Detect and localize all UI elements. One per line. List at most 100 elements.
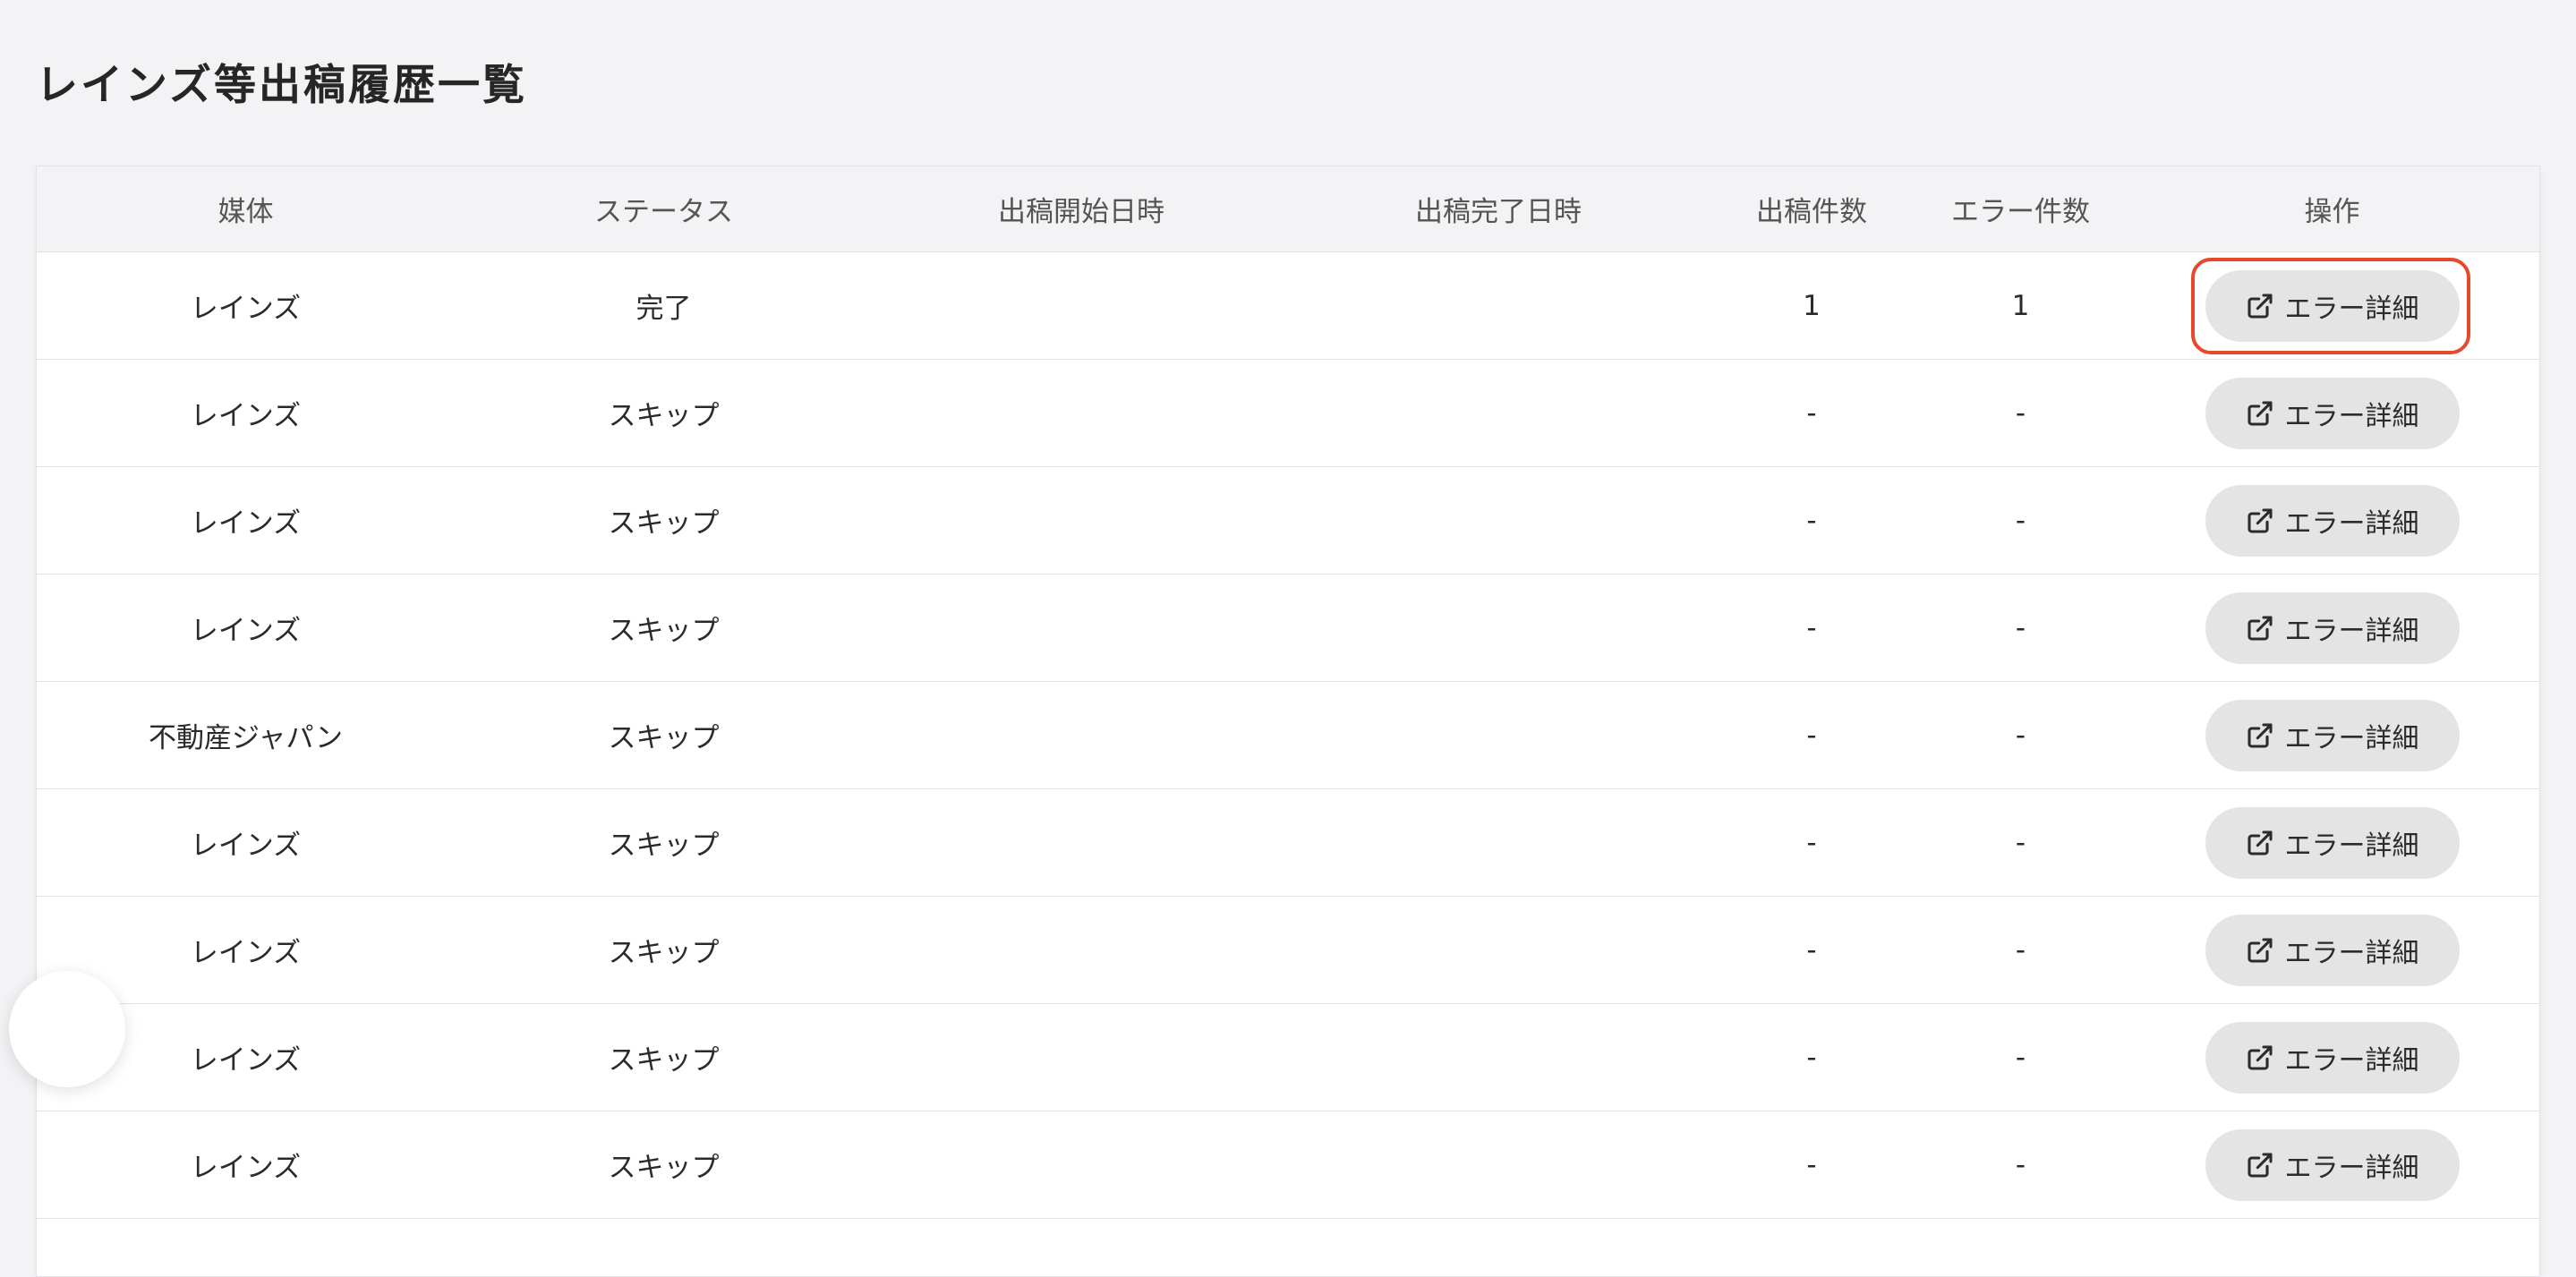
cell-medium: 不動産ジャパン <box>37 681 455 789</box>
cell-status: スキップ <box>455 896 873 1004</box>
column-header-error-count: エラー件数 <box>1916 166 2125 252</box>
button-frame: エラー詳細 <box>2205 699 2460 771</box>
table-row: レインズ 完了 1 1 エラー詳細 <box>37 251 2539 360</box>
cell-status: スキップ <box>455 1111 873 1219</box>
cell-status: スキップ <box>455 359 873 467</box>
cell-actions: エラー詳細 <box>2125 1111 2539 1219</box>
table-row: レインズ スキップ - - エラー詳細 <box>37 1111 2539 1219</box>
error-detail-button[interactable]: エラー詳細 <box>2205 699 2460 771</box>
cell-actions: エラー詳細 <box>2125 251 2539 360</box>
highlighted-button-frame: エラー詳細 <box>2190 257 2470 354</box>
cell-start-datetime <box>873 574 1290 682</box>
cell-start-datetime <box>873 359 1290 467</box>
cell-post-count: - <box>1707 1003 1916 1111</box>
cell-end-datetime <box>1290 359 1707 467</box>
cell-medium: レインズ <box>37 574 455 682</box>
cell-start-datetime <box>873 1111 1290 1219</box>
external-link-icon <box>2246 721 2274 750</box>
error-detail-button[interactable]: エラー詳細 <box>2205 914 2460 986</box>
table-row: レインズ スキップ - - エラー詳細 <box>37 896 2539 1004</box>
cell-actions: エラー詳細 <box>2125 681 2539 789</box>
cell-end-datetime <box>1290 1111 1707 1219</box>
cell-post-count: 1 <box>1707 251 1916 360</box>
error-detail-button[interactable]: エラー詳細 <box>2205 1128 2460 1201</box>
error-detail-button[interactable]: エラー詳細 <box>2205 377 2460 449</box>
column-header-end-datetime: 出稿完了日時 <box>1290 166 1707 252</box>
column-header-medium: 媒体 <box>37 166 455 252</box>
external-link-icon <box>2246 614 2274 643</box>
cell-actions: エラー詳細 <box>2125 788 2539 897</box>
cell-error-count: - <box>1916 681 2125 789</box>
table-header-row: 媒体 ステータス 出稿開始日時 出稿完了日時 出稿件数 エラー件数 操作 <box>37 166 2539 252</box>
error-detail-button[interactable]: エラー詳細 <box>2205 484 2460 557</box>
cell-end-datetime <box>1290 574 1707 682</box>
cell-start-datetime <box>873 1003 1290 1111</box>
table-row: 不動産ジャパン スキップ - - エラー詳細 <box>37 681 2539 789</box>
error-detail-button-label: エラー詳細 <box>2284 830 2419 862</box>
cell-medium: レインズ <box>37 359 455 467</box>
error-detail-button-label: エラー詳細 <box>2284 400 2419 432</box>
table-row: レインズ スキップ - - エラー詳細 <box>37 1003 2539 1111</box>
cell-medium: レインズ <box>37 251 455 360</box>
button-frame: エラー詳細 <box>2205 1021 2460 1094</box>
table-body: レインズ 完了 1 1 エラー詳細 レインズ スキップ - - エラー詳細 レインズ スキップ - - エラ… <box>37 251 2539 1219</box>
column-header-start-datetime: 出稿開始日時 <box>873 166 1290 252</box>
external-link-icon <box>2246 1151 2274 1179</box>
cell-actions: エラー詳細 <box>2125 1003 2539 1111</box>
cell-status: スキップ <box>455 681 873 789</box>
cell-post-count: - <box>1707 1111 1916 1219</box>
cell-end-datetime <box>1290 466 1707 575</box>
cell-error-count: - <box>1916 896 2125 1004</box>
error-detail-button[interactable]: エラー詳細 <box>2205 1021 2460 1094</box>
cell-actions: エラー詳細 <box>2125 466 2539 575</box>
error-detail-button-label: エラー詳細 <box>2284 937 2419 969</box>
button-frame: エラー詳細 <box>2205 806 2460 879</box>
error-detail-button-label: エラー詳細 <box>2284 507 2419 540</box>
cell-error-count: - <box>1916 788 2125 897</box>
cell-error-count: - <box>1916 359 2125 467</box>
cell-error-count: - <box>1916 1111 2125 1219</box>
external-link-icon <box>2246 1043 2274 1072</box>
history-table: 媒体 ステータス 出稿開始日時 出稿完了日時 出稿件数 エラー件数 操作 レイン… <box>37 166 2539 1219</box>
cell-post-count: - <box>1707 574 1916 682</box>
cell-medium: レインズ <box>37 466 455 575</box>
button-frame: エラー詳細 <box>2205 592 2460 664</box>
cell-status: スキップ <box>455 1003 873 1111</box>
error-detail-button[interactable]: エラー詳細 <box>2205 592 2460 664</box>
cell-post-count: - <box>1707 681 1916 789</box>
cell-post-count: - <box>1707 788 1916 897</box>
cell-post-count: - <box>1707 359 1916 467</box>
button-frame: エラー詳細 <box>2205 1128 2460 1201</box>
table-row: レインズ スキップ - - エラー詳細 <box>37 466 2539 575</box>
history-table-card: 媒体 ステータス 出稿開始日時 出稿完了日時 出稿件数 エラー件数 操作 レイン… <box>36 166 2540 1277</box>
cell-status: スキップ <box>455 466 873 575</box>
error-detail-button[interactable]: エラー詳細 <box>2205 806 2460 879</box>
cell-post-count: - <box>1707 896 1916 1004</box>
cell-error-count: - <box>1916 466 2125 575</box>
cell-error-count: - <box>1916 1003 2125 1111</box>
cell-status: 完了 <box>455 251 873 360</box>
external-link-icon <box>2246 292 2274 320</box>
table-row: レインズ スキップ - - エラー詳細 <box>37 574 2539 682</box>
cell-end-datetime <box>1290 1003 1707 1111</box>
error-detail-button-label: エラー詳細 <box>2284 293 2419 325</box>
cell-medium: レインズ <box>37 788 455 897</box>
external-link-icon <box>2246 829 2274 857</box>
table-row: レインズ スキップ - - エラー詳細 <box>37 359 2539 467</box>
button-frame: エラー詳細 <box>2205 484 2460 557</box>
error-detail-button[interactable]: エラー詳細 <box>2205 269 2460 342</box>
cell-medium: レインズ <box>37 1111 455 1219</box>
cell-end-datetime <box>1290 251 1707 360</box>
external-link-icon <box>2246 507 2274 535</box>
cell-start-datetime <box>873 251 1290 360</box>
cell-start-datetime <box>873 466 1290 575</box>
cell-start-datetime <box>873 681 1290 789</box>
error-detail-button-label: エラー詳細 <box>2284 615 2419 647</box>
cell-start-datetime <box>873 788 1290 897</box>
page-title: レインズ等出稿履歴一覧 <box>36 61 528 110</box>
floating-action-circle[interactable] <box>9 971 125 1087</box>
cell-actions: エラー詳細 <box>2125 896 2539 1004</box>
cell-actions: エラー詳細 <box>2125 359 2539 467</box>
button-frame: エラー詳細 <box>2205 914 2460 986</box>
cell-post-count: - <box>1707 466 1916 575</box>
